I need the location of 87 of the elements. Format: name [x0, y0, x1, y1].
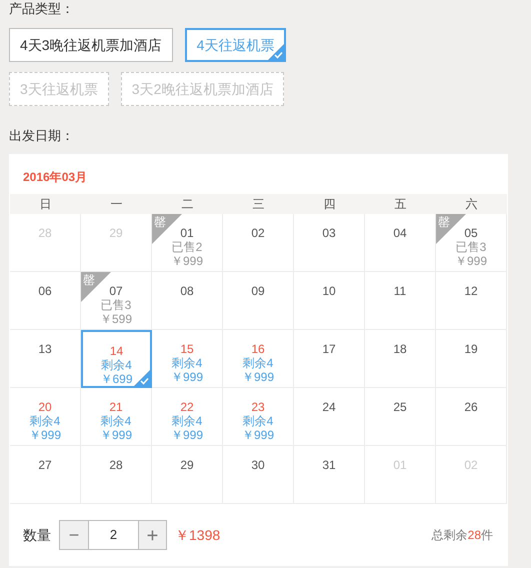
calendar-day-cell[interactable]: 17 [294, 330, 365, 388]
day-number: 27 [38, 458, 52, 472]
day-number: 14 [110, 344, 124, 358]
day-price: ￥999 [242, 428, 274, 442]
day-number: 04 [393, 226, 407, 240]
ticket-status: 剩余4 [30, 414, 60, 428]
weekday-header: 六 [464, 196, 478, 213]
ticket-status: 剩余4 [242, 356, 274, 370]
calendar-day-cell[interactable]: 26 [436, 388, 507, 446]
product-option[interactable]: 4天3晚往返机票加酒店 [9, 28, 173, 62]
calendar-day-cell[interactable]: 12 [436, 272, 507, 330]
calendar-day-cell[interactable]: 27 [10, 446, 81, 504]
calendar-day-cell[interactable]: 18 [365, 330, 436, 388]
day-number: 29 [180, 458, 194, 472]
day-number: 24 [322, 400, 336, 414]
calendar-day-cell[interactable]: 30 [223, 446, 294, 504]
calendar-day-cell[interactable]: 31 [294, 446, 365, 504]
day-number: 25 [393, 400, 407, 414]
day-number: 01 [180, 226, 194, 240]
day-price: ￥999 [170, 370, 204, 384]
day-number: 20 [38, 400, 52, 414]
quantity-field[interactable]: 2 [89, 520, 138, 550]
day-number: 30 [251, 458, 265, 472]
decrease-button[interactable]: − [59, 520, 89, 550]
ticket-status: 剩余4 [242, 414, 274, 428]
day-number: 23 [251, 400, 265, 414]
day-number: 16 [251, 342, 265, 356]
day-number: 31 [322, 458, 336, 472]
day-number: 26 [464, 400, 478, 414]
day-number: 13 [38, 342, 52, 356]
day-price: ￥599 [100, 312, 132, 326]
calendar-day-cell[interactable]: 罄 05 已售3 ￥999 [436, 214, 507, 272]
day-number: 21 [109, 400, 123, 414]
day-number: 06 [38, 284, 52, 298]
calendar-day-cell[interactable]: 02 [223, 214, 294, 272]
day-number: 03 [322, 226, 336, 240]
ticket-status: 剩余4 [172, 356, 202, 370]
day-number: 18 [393, 342, 407, 356]
day-price: ￥999 [454, 254, 488, 268]
day-number: 09 [251, 284, 265, 298]
day-price: ￥999 [28, 428, 62, 442]
calendar-day-cell[interactable]: 19 [436, 330, 507, 388]
day-number: 28 [109, 458, 123, 472]
calendar-day-cell[interactable]: 29 [152, 446, 223, 504]
calendar-day-cell[interactable]: 25 [365, 388, 436, 446]
increase-button[interactable]: + [138, 520, 167, 550]
weekday-header: 五 [394, 196, 408, 213]
calendar-day-cell[interactable]: 13 [10, 330, 81, 388]
day-price: ￥999 [170, 254, 204, 268]
day-number: 22 [180, 400, 194, 414]
ticket-status: 剩余4 [100, 414, 132, 428]
day-number: 08 [180, 284, 194, 298]
calendar-day-cell[interactable]: 03 [294, 214, 365, 272]
weekday-header: 四 [322, 196, 336, 213]
calendar-day-cell[interactable]: 10 [294, 272, 365, 330]
day-number: 17 [322, 342, 336, 356]
ticket-status: 剩余4 [172, 414, 202, 428]
day-number: 05 [464, 226, 478, 240]
day-number: 12 [464, 284, 478, 298]
total-remaining: 总剩余28件 [432, 527, 493, 544]
weekday-header: 二 [180, 196, 194, 213]
day-price: ￥999 [100, 428, 132, 442]
weekday-header: 日 [38, 196, 52, 213]
calendar-day-cell[interactable]: 28 [81, 446, 152, 504]
weekday-header: 一 [110, 196, 124, 213]
weekday-header: 三 [252, 196, 266, 213]
section-label: 产品类型： [9, 0, 75, 18]
section-label: 出发日期： [9, 128, 75, 144]
day-number: 19 [464, 342, 478, 356]
calendar-day-cell[interactable]: 24 [294, 388, 365, 446]
calendar-day-cell[interactable]: 罄 01 已售2 ￥999 [152, 214, 223, 272]
day-number: 10 [322, 284, 336, 298]
day-number: 07 [109, 284, 123, 298]
day-number: 11 [394, 284, 406, 298]
total-price: ￥1398 [175, 526, 220, 544]
calendar-day-cell[interactable]: 09 [223, 272, 294, 330]
calendar-day-cell[interactable]: 罄 07 已售3 ￥599 [81, 272, 152, 330]
calendar-month: 2016年03月 [22, 169, 88, 186]
day-number: 15 [180, 342, 194, 356]
day-price: ￥999 [170, 428, 204, 442]
calendar-day-cell[interactable]: 08 [152, 272, 223, 330]
calendar-day-cell[interactable]: 11 [365, 272, 436, 330]
quantity-label: 数量 [23, 526, 51, 544]
day-price: ￥699 [100, 372, 133, 386]
ticket-status: 剩余4 [101, 358, 132, 372]
day-number: 02 [251, 226, 265, 240]
day-price: ￥999 [242, 370, 274, 384]
